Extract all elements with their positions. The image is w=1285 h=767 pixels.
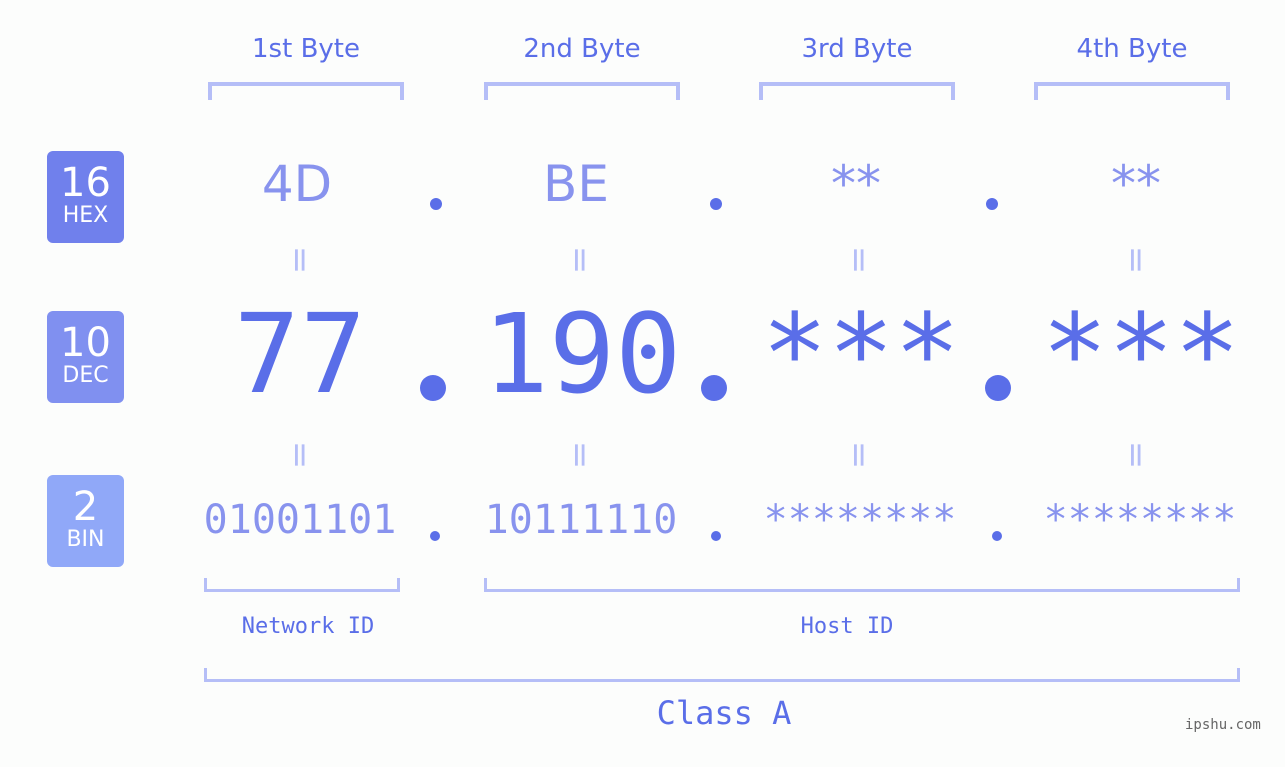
network-id-label: Network ID — [241, 614, 375, 639]
bin-dot-2 — [711, 531, 721, 541]
bin-value-4: ******** — [1043, 497, 1237, 543]
equals-sign: = — [1116, 245, 1156, 275]
bin-badge: 2 BIN — [47, 475, 124, 567]
bin-dot-1 — [430, 531, 440, 541]
bin-value-2: 10111110 — [484, 497, 678, 543]
hex-badge-number: 16 — [60, 160, 111, 206]
hex-badge: 16 HEX — [47, 151, 124, 243]
equals-sign: = — [280, 245, 320, 275]
byte-header-4: 4th Byte — [1076, 34, 1188, 64]
dec-badge: 10 DEC — [47, 311, 124, 403]
bin-value-3: ******** — [763, 497, 957, 543]
dec-dot-2 — [701, 375, 727, 401]
equals-sign: = — [839, 440, 879, 470]
byte-bracket-4 — [1034, 82, 1230, 100]
watermark: ipshu.com — [1185, 717, 1261, 733]
byte-bracket-1 — [208, 82, 404, 100]
hex-value-4: ** — [1111, 155, 1161, 213]
bin-dot-3 — [992, 531, 1002, 541]
byte-bracket-3 — [759, 82, 955, 100]
network-id-bracket — [204, 578, 400, 592]
hex-badge-label: HEX — [62, 203, 109, 228]
dec-value-2: 190 — [482, 290, 682, 418]
equals-sign: = — [1116, 440, 1156, 470]
byte-header-2: 2nd Byte — [523, 34, 641, 64]
hex-dot-3 — [986, 198, 998, 210]
dec-value-3: *** — [761, 290, 961, 418]
dec-badge-number: 10 — [60, 320, 111, 366]
dec-dot-1 — [420, 375, 446, 401]
equals-sign: = — [839, 245, 879, 275]
host-id-label: Host ID — [800, 614, 894, 639]
byte-header-1: 1st Byte — [252, 34, 360, 64]
dec-badge-label: DEC — [62, 363, 109, 388]
bin-badge-number: 2 — [72, 484, 99, 530]
host-id-bracket — [484, 578, 1240, 592]
equals-sign: = — [280, 440, 320, 470]
dec-value-1: 77 — [233, 290, 367, 418]
dec-dot-3 — [985, 375, 1011, 401]
hex-dot-2 — [710, 198, 722, 210]
hex-value-1: 4D — [261, 155, 333, 213]
hex-value-3: ** — [831, 155, 881, 213]
bin-badge-label: BIN — [66, 527, 105, 552]
byte-bracket-2 — [484, 82, 680, 100]
bin-value-1: 01001101 — [203, 497, 397, 543]
hex-value-2: BE — [543, 155, 609, 213]
dec-value-4: *** — [1041, 290, 1241, 418]
byte-header-3: 3rd Byte — [801, 34, 913, 64]
class-label: Class A — [656, 694, 792, 732]
class-bracket — [204, 668, 1240, 682]
equals-sign: = — [560, 245, 600, 275]
equals-sign: = — [560, 440, 600, 470]
hex-dot-1 — [430, 198, 442, 210]
